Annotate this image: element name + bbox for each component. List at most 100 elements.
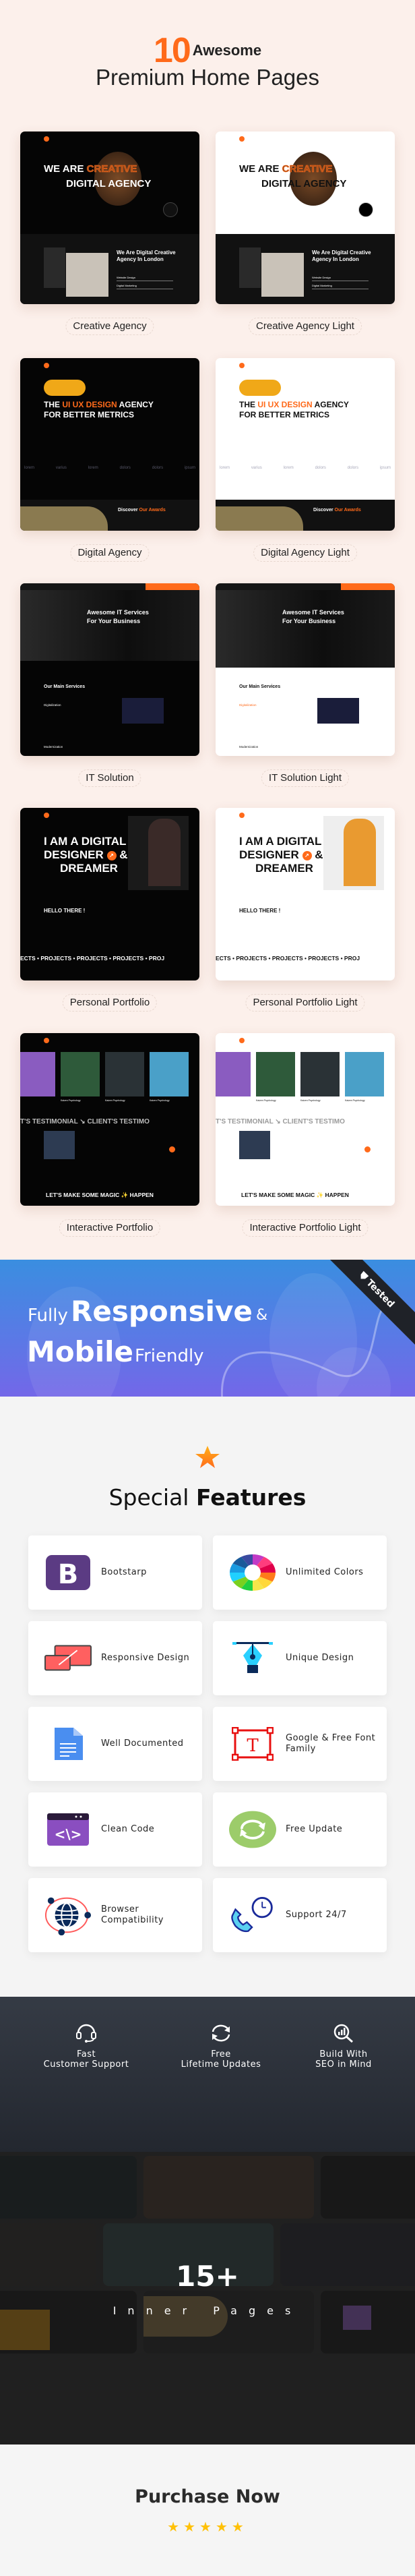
benefit-seo: Build With SEO in Mind [276,2024,411,2070]
inner-page-count: 15+ [176,2260,239,2293]
hero-title: WE ARE CREATIVE DIGITAL AGENCY [44,162,151,192]
logo [239,813,245,818]
home-page-label: Interactive Portfolio [59,1219,161,1237]
home-page-thumbnail[interactable]: Kaizen Psychology Kaizen Psychology Kaizen… [216,1033,395,1206]
service-image [122,698,164,724]
home-page-thumbnail[interactable]: I AM A DIGITAL DESIGNER ↗ & DREAMER HELLO T… [20,808,199,980]
home-page-label: IT Solution [78,769,141,787]
feature-card: Well Documented [28,1707,202,1781]
home-page-thumbnail[interactable]: Awesome IT Services For Your Business Our … [20,583,199,756]
hero-line: AGENCY [117,400,154,409]
benefit-line2: SEO in Mind [315,2059,372,2070]
project-card-label: Kaizen Psychology [150,1099,170,1102]
benefit-line2: Lifetime Updates [181,2059,261,2070]
client-logo: lorem [24,466,35,470]
hero-line: DIGITAL AGENCY [66,178,152,189]
client-logo: lorem [220,466,230,470]
home-page-label: Interactive Portfolio Light [242,1219,369,1237]
inner-pages-label: Inner Pages [113,2304,302,2317]
bootstrap-icon: B [44,1550,92,1595]
hero-image [216,590,395,668]
hello-heading: HELLO THERE ! [44,908,86,914]
home-page-label: Personal Portfolio [62,994,158,1012]
feature-card: T Google & Free Font Family [213,1707,387,1781]
responsive-devices-icon [44,1636,92,1680]
skill-label: Digital Marketing [312,284,332,287]
benefit-line1: Free [211,2049,231,2059]
home-page-label: Creative Agency [65,318,154,335]
benefit-line1: Build With [319,2049,368,2059]
home-page-label: IT Solution Light [261,769,350,787]
about-image [44,247,65,288]
hero-person [344,819,376,886]
skill-label: Website Design [312,276,331,279]
code-window-icon: <\> [44,1807,92,1852]
hero-line: WE ARE [44,163,87,175]
skill-label: Digital Marketing [117,284,137,287]
feature-label: Clean Code [101,1824,155,1834]
cta-heading: LET'S MAKE SOME MAGIC ✨ HAPPEN [241,1192,349,1198]
hero-image [44,380,86,396]
logo [239,1038,245,1043]
dark-overlay [0,2152,415,2445]
svg-text:T: T [247,1736,259,1756]
banner-mobile: Mobile [27,1335,133,1368]
home-page-thumbnail[interactable]: WE ARE CREATIVE DIGITAL AGENCY We Are Digi… [20,131,199,304]
document-icon [44,1722,92,1766]
refresh-icon [229,1807,276,1852]
about-section: We Are Digital Creative Agency In London W… [216,234,395,304]
benefit-line2: Customer Support [43,2059,129,2070]
headset-icon [76,2024,96,2043]
hero-line: THE [239,400,258,409]
hero-person [148,819,181,886]
services-heading: Our Main Services [239,684,281,689]
color-wheel-icon [229,1550,276,1595]
arrow-badge-icon: ↗ [302,850,312,860]
hero-line: DREAMER [255,862,313,875]
special-features-section: Special Features B Bootstarp Unlimited Col… [0,1397,415,1997]
awards-image [216,506,303,531]
pen-tool-icon [229,1636,276,1680]
hero-title: Awesome IT Services [87,609,149,616]
about-heading: Agency In London [312,256,359,262]
home-page-label: Digital Agency Light [253,544,357,562]
home-page-thumbnail[interactable]: Awesome IT Services For Your Business Our … [216,583,395,756]
benefits-strip: Fast Customer Support Free Lifetime Update… [0,1997,415,2152]
home-page-thumbnail[interactable]: THE UI UX DESIGN AGENCY FOR BETTER METRIC… [20,358,199,531]
star-icon: ★ [167,2519,184,2535]
hero-highlight: CREATIVE [86,163,137,175]
project-card-image [216,1052,251,1096]
feature-label: Unlimited Colors [286,1567,364,1577]
next-button [169,1146,175,1152]
project-card-image [20,1052,55,1096]
service-image [317,698,359,724]
inner-pages-collage: 15+ Inner Pages [0,2152,415,2445]
logo [44,136,49,142]
hero-line: I AM A DIGITAL [239,835,322,848]
star-icon: ★ [215,2519,232,2535]
home-page-thumbnail[interactable]: THE UI UX DESIGN AGENCY FOR BETTER METRIC… [216,358,395,531]
projects-marquee: ECTS • PROJECTS • PROJECTS • PROJECTS • … [20,955,165,962]
home-page-thumbnail[interactable]: WE ARE CREATIVE DIGITAL AGENCY We Are Digi… [216,131,395,304]
project-card-image [150,1052,189,1096]
svg-text:B: B [58,1559,79,1590]
project-card-label: Kaizen Psychology [300,1099,321,1102]
home-page-thumbnail[interactable]: I AM A DIGITAL DESIGNER ↗ & DREAMER HELLO T… [216,808,395,980]
client-logos: lorem varius lorem dolors dolors ipsum [24,466,195,470]
home-page-thumbnail[interactable]: Kaizen Psychology Kaizen Psychology Kaizen… [20,1033,199,1206]
hero-highlight: CREATIVE [282,163,333,175]
title-bold: Features [195,1484,307,1511]
awards-section: Discover Our Awards [20,500,199,531]
star-icon: ★ [183,2519,200,2535]
feature-card: B Bootstarp [28,1535,202,1610]
font-icon: T [229,1722,276,1766]
client-logo: lorem [283,466,294,470]
logo [44,363,49,368]
logo [44,813,49,818]
hero-highlight: UI UX DESIGN [62,400,117,409]
purchase-now-link[interactable]: Purchase Now [0,2486,415,2507]
feature-card: Unique Design [213,1621,387,1695]
cta-heading: LET'S MAKE SOME MAGIC ✨ HAPPEN [46,1192,154,1198]
next-button [364,1146,371,1152]
client-logo: varius [251,466,262,470]
